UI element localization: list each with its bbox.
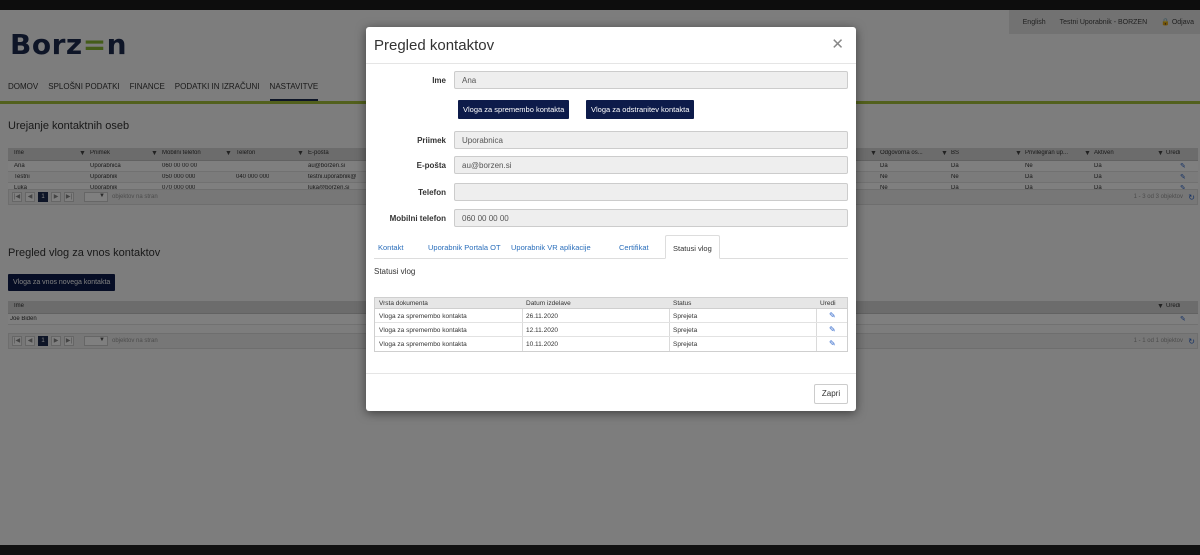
priimek-label: Priimek bbox=[417, 136, 446, 145]
tab-certifikat[interactable]: Certifikat bbox=[619, 243, 649, 252]
cell-vrsta-dokumenta: Vloga za spremembo kontakta bbox=[379, 327, 467, 334]
tab-uporabnik-vr-aplikacije[interactable]: Uporabnik VR aplikacije bbox=[511, 243, 591, 252]
statusi-vlog-heading: Statusi vlog bbox=[374, 267, 416, 276]
cell-vrsta-dokumenta: Vloga za spremembo kontakta bbox=[379, 341, 467, 348]
mobilni-field[interactable]: 060 00 00 00 bbox=[454, 209, 848, 227]
ime-label: Ime bbox=[432, 76, 446, 85]
close-button[interactable]: Zapri bbox=[814, 384, 848, 404]
statusi-vlog-table: Vrsta dokumenta Datum izdelave Status Ur… bbox=[374, 297, 848, 352]
table-row[interactable]: Vloga za spremembo kontakta 26.11.2020 S… bbox=[375, 309, 847, 323]
change-contact-request-button[interactable]: Vloga za spremembo kontakta bbox=[458, 100, 570, 119]
cell-vrsta-dokumenta: Vloga za spremembo kontakta bbox=[379, 313, 467, 320]
telefon-field[interactable] bbox=[454, 183, 848, 201]
column-header[interactable]: Uredi bbox=[820, 300, 836, 307]
column-header[interactable]: Vrsta dokumenta bbox=[379, 300, 428, 307]
dialog-tabs: Kontakt Uporabnik Portala OT Uporabnik V… bbox=[374, 235, 848, 259]
cell-datum: 10.11.2020 bbox=[526, 341, 559, 348]
dialog-title: Pregled kontaktov bbox=[374, 37, 495, 54]
ime-field[interactable]: Ana bbox=[454, 71, 848, 89]
close-icon[interactable]: ✕ bbox=[831, 35, 844, 53]
tab-statusi-vlog[interactable]: Statusi vlog bbox=[665, 235, 720, 259]
cell-datum: 26.11.2020 bbox=[526, 313, 559, 320]
statusi-vlog-header: Vrsta dokumenta Datum izdelave Status Ur… bbox=[375, 298, 847, 309]
pencil-icon[interactable]: ✎ bbox=[829, 311, 836, 320]
mobilni-label: Mobilni telefon bbox=[389, 214, 446, 223]
table-row[interactable]: Vloga za spremembo kontakta 10.11.2020 S… bbox=[375, 337, 847, 351]
cell-status: Sprejeta bbox=[673, 327, 698, 334]
remove-contact-request-button[interactable]: Vloga za odstranitev kontakta bbox=[586, 100, 695, 119]
dialog-header-divider bbox=[366, 63, 856, 64]
cell-status: Sprejeta bbox=[673, 313, 698, 320]
dialog-footer-divider bbox=[366, 373, 856, 374]
tab-kontakt[interactable]: Kontakt bbox=[378, 243, 403, 252]
pencil-icon[interactable]: ✎ bbox=[829, 325, 836, 334]
contact-review-dialog: Pregled kontaktov ✕ Ime Ana Vloga za spr… bbox=[366, 27, 856, 411]
tab-uporabnik-portala-ot[interactable]: Uporabnik Portala OT bbox=[428, 243, 501, 252]
cell-status: Sprejeta bbox=[673, 341, 698, 348]
eposta-label: E-pošta bbox=[416, 161, 446, 170]
priimek-field[interactable]: Uporabnica bbox=[454, 131, 848, 149]
telefon-label: Telefon bbox=[418, 188, 446, 197]
column-header[interactable]: Status bbox=[673, 300, 691, 307]
pencil-icon[interactable]: ✎ bbox=[829, 339, 836, 348]
cell-datum: 12.11.2020 bbox=[526, 327, 559, 334]
column-header[interactable]: Datum izdelave bbox=[526, 300, 571, 307]
eposta-field[interactable]: au@borzen.si bbox=[454, 156, 848, 174]
table-row[interactable]: Vloga za spremembo kontakta 12.11.2020 S… bbox=[375, 323, 847, 337]
